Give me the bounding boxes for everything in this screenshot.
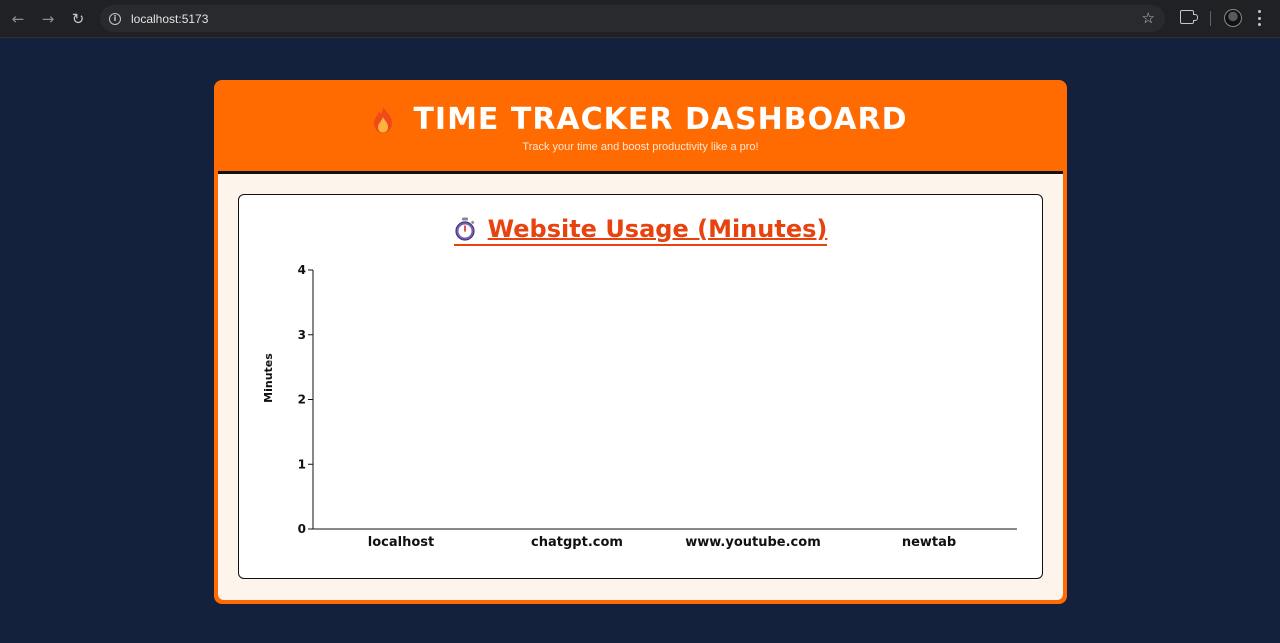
x-axis: localhost chatgpt.com www.youtube.com newta… xyxy=(313,528,1017,550)
y-tick-label: 2 xyxy=(298,393,306,407)
browser-toolbar: ← → ↻ i localhost:5173 ☆ xyxy=(0,0,1280,38)
dashboard-panel: TIME TRACKER DASHBOARD Track your time a… xyxy=(218,84,1063,600)
page-subtitle: Track your time and boost productivity l… xyxy=(522,141,759,153)
flame-icon xyxy=(374,106,393,133)
bar-chart: Minutes 0 1 2 3 4 localhost chatgpt.com www.yo… xyxy=(262,263,1017,550)
address-bar[interactable]: i localhost:5173 ☆ xyxy=(100,5,1165,32)
x-tick-label: chatgpt.com xyxy=(531,535,623,550)
dashboard-header: TIME TRACKER DASHBOARD Track your time a… xyxy=(218,84,1063,174)
forward-icon[interactable]: → xyxy=(37,8,59,30)
chart-panel: Website Usage (Minutes) Minutes 01234 lo… xyxy=(238,194,1043,579)
info-icon[interactable]: i xyxy=(109,12,121,25)
y-axis-label: Minutes xyxy=(262,353,275,403)
url-text[interactable]: localhost:5173 xyxy=(131,12,208,26)
y-tick-label: 1 xyxy=(298,457,306,471)
y-tick-label: 0 xyxy=(298,522,306,536)
x-tick-label: newtab xyxy=(902,535,956,550)
y-axis: 0 1 2 3 4 xyxy=(298,263,314,536)
title-row: TIME TRACKER DASHBOARD xyxy=(218,102,1063,137)
avatar[interactable] xyxy=(1224,9,1242,27)
reload-icon[interactable]: ↻ xyxy=(67,8,89,30)
extensions-icon[interactable] xyxy=(1180,10,1198,24)
y-tick-label: 4 xyxy=(298,263,306,277)
back-icon[interactable]: ← xyxy=(7,8,29,30)
page-title: TIME TRACKER DASHBOARD xyxy=(413,102,908,137)
x-tick-label: localhost xyxy=(368,535,434,550)
star-icon[interactable]: ☆ xyxy=(1142,9,1155,27)
menu-icon[interactable] xyxy=(1257,10,1261,26)
y-tick-label: 3 xyxy=(298,328,306,342)
toolbar-divider xyxy=(1210,11,1211,26)
dashboard-card: TIME TRACKER DASHBOARD Track your time a… xyxy=(214,80,1067,604)
x-tick-label: www.youtube.com xyxy=(685,535,821,550)
